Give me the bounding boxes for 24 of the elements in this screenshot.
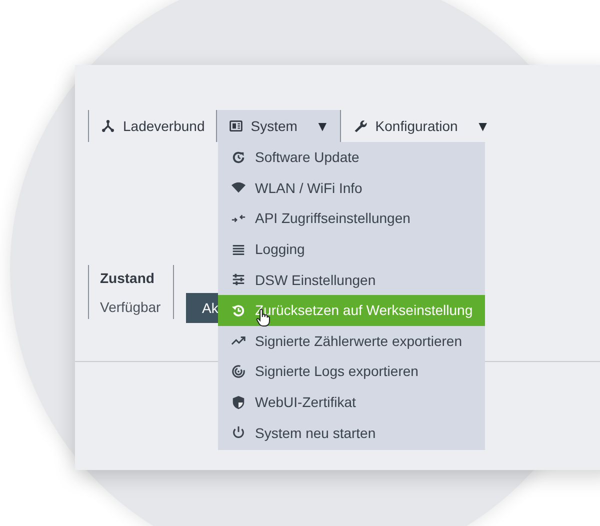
wifi-icon bbox=[231, 180, 246, 196]
wrench-icon bbox=[353, 119, 368, 133]
reset-icon bbox=[231, 302, 246, 318]
network-icon bbox=[101, 119, 115, 133]
caret-icon: ▼ bbox=[476, 118, 490, 134]
menu-item[interactable]: Software Update bbox=[218, 142, 485, 173]
menu-item[interactable]: WLAN / WiFi Info bbox=[218, 172, 485, 204]
menu-item[interactable]: System neu starten bbox=[218, 417, 485, 448]
shield-icon bbox=[231, 394, 246, 410]
refresh-icon bbox=[231, 150, 246, 165]
menu-item[interactable]: Signierte Logs exportieren bbox=[218, 356, 485, 387]
fingerprint-icon bbox=[231, 364, 246, 379]
menu-item[interactable]: Logging bbox=[218, 234, 485, 264]
status-heading: Zustand bbox=[100, 270, 156, 286]
menu-item[interactable]: Signierte Zählerwerte exportieren bbox=[218, 326, 485, 356]
sliders-icon bbox=[231, 272, 246, 288]
status-value: Verfügbar bbox=[100, 299, 162, 315]
menu-item[interactable]: WebUI-Zertifikat bbox=[218, 386, 485, 418]
power-icon bbox=[231, 425, 246, 440]
menu-item[interactable]: DSW Einstellungen bbox=[218, 264, 485, 295]
nav-tab[interactable]: System ▼ bbox=[216, 110, 340, 142]
caret-icon: ▼ bbox=[315, 118, 330, 134]
menu-item[interactable]: API Zugriffseinstellungen bbox=[218, 203, 485, 234]
chip-icon bbox=[228, 119, 243, 133]
